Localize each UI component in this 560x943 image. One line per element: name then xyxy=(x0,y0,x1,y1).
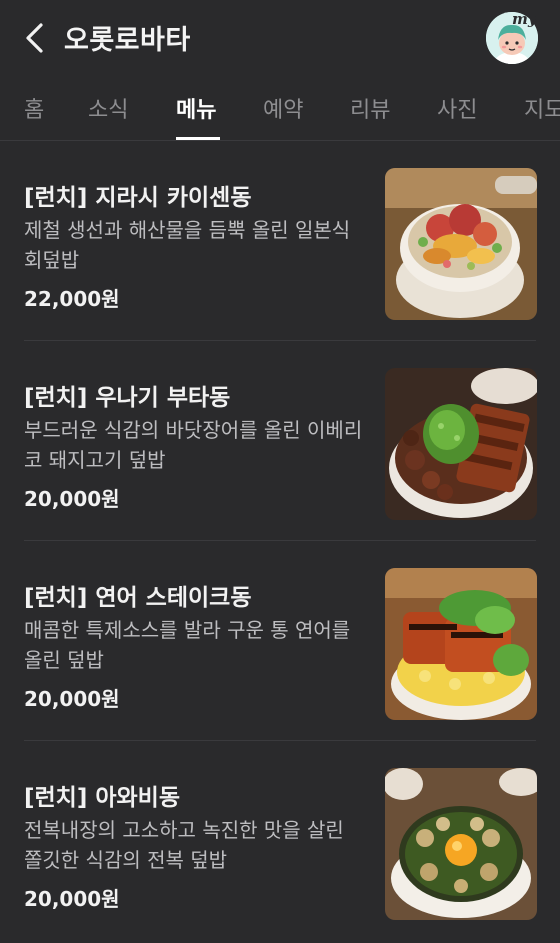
app: 오롯로바타 my 홈 소식 메뉴 예약 리뷰 사진 지도 xyxy=(0,0,560,943)
menu-item-description: 매콤한 특제소스를 발라 구운 통 연어를 올린 덮밥 xyxy=(24,618,351,672)
menu-item-price: 20,000원 xyxy=(24,687,120,711)
tab-photos[interactable]: 사진 xyxy=(437,92,477,124)
chevron-left-icon xyxy=(26,23,43,53)
avatar-badge: my xyxy=(512,10,537,28)
menu-item[interactable]: [런치] 아와비동 전복내장의 고소하고 녹진한 맛을 살린 쫄깃한 식감의 전… xyxy=(0,741,560,941)
back-button[interactable] xyxy=(16,20,52,56)
tab-reviews[interactable]: 리뷰 xyxy=(350,92,390,124)
food-photo-image xyxy=(385,768,537,920)
menu-item-price: 22,000원 xyxy=(24,287,120,311)
menu-item[interactable]: [런치] 지라시 카이센동 제철 생선과 해산물을 듬뿍 올린 일본식 회덮밥 … xyxy=(0,141,560,341)
header: 오롯로바타 my xyxy=(0,0,560,76)
tab-map[interactable]: 지도 xyxy=(524,92,560,124)
food-photo-image xyxy=(385,568,537,720)
menu-item-name: [런치] 아와비동 xyxy=(24,785,180,811)
tab-home[interactable]: 홈 xyxy=(24,92,44,124)
menu-item[interactable]: [런치] 연어 스테이크동 매콤한 특제소스를 발라 구운 통 연어를 올린 덮… xyxy=(0,541,560,741)
menu-item-description: 전복내장의 고소하고 녹진한 맛을 살린 쫄깃한 식감의 전복 덮밥 xyxy=(24,818,344,872)
chirashi-kaisendon-photo[interactable] xyxy=(385,168,537,320)
food-photo-image xyxy=(385,168,537,320)
menu-item-name: [런치] 지라시 카이센동 xyxy=(24,185,252,211)
tab-menu[interactable]: 메뉴 xyxy=(176,92,216,124)
menu-item-description: 부드러운 식감의 바닷장어를 올린 이베리코 돼지고기 덮밥 xyxy=(24,418,363,472)
awabi-don-photo[interactable] xyxy=(385,768,537,920)
salmon-steak-don-photo[interactable] xyxy=(385,568,537,720)
menu-item-price: 20,000원 xyxy=(24,887,120,911)
tab-news[interactable]: 소식 xyxy=(88,92,128,124)
tab-bar: 홈 소식 메뉴 예약 리뷰 사진 지도 xyxy=(0,76,560,141)
menu-item-name: [런치] 우나기 부타동 xyxy=(24,385,231,411)
menu-item-name: [런치] 연어 스테이크동 xyxy=(24,585,252,611)
active-tab-indicator xyxy=(176,137,220,140)
menu-item-price: 20,000원 xyxy=(24,487,120,511)
menu-list: [런치] 지라시 카이센동 제철 생선과 해산물을 듬뿍 올린 일본식 회덮밥 … xyxy=(0,141,560,941)
page-title: 오롯로바타 xyxy=(64,25,191,56)
unagi-butadon-photo[interactable] xyxy=(385,368,537,520)
menu-item[interactable]: [런치] 우나기 부타동 부드러운 식감의 바닷장어를 올린 이베리코 돼지고기… xyxy=(0,341,560,541)
menu-item-description: 제철 생선과 해산물을 듬뿍 올린 일본식 회덮밥 xyxy=(24,218,351,272)
tab-reservation[interactable]: 예약 xyxy=(263,92,303,124)
food-photo-image xyxy=(385,368,537,520)
